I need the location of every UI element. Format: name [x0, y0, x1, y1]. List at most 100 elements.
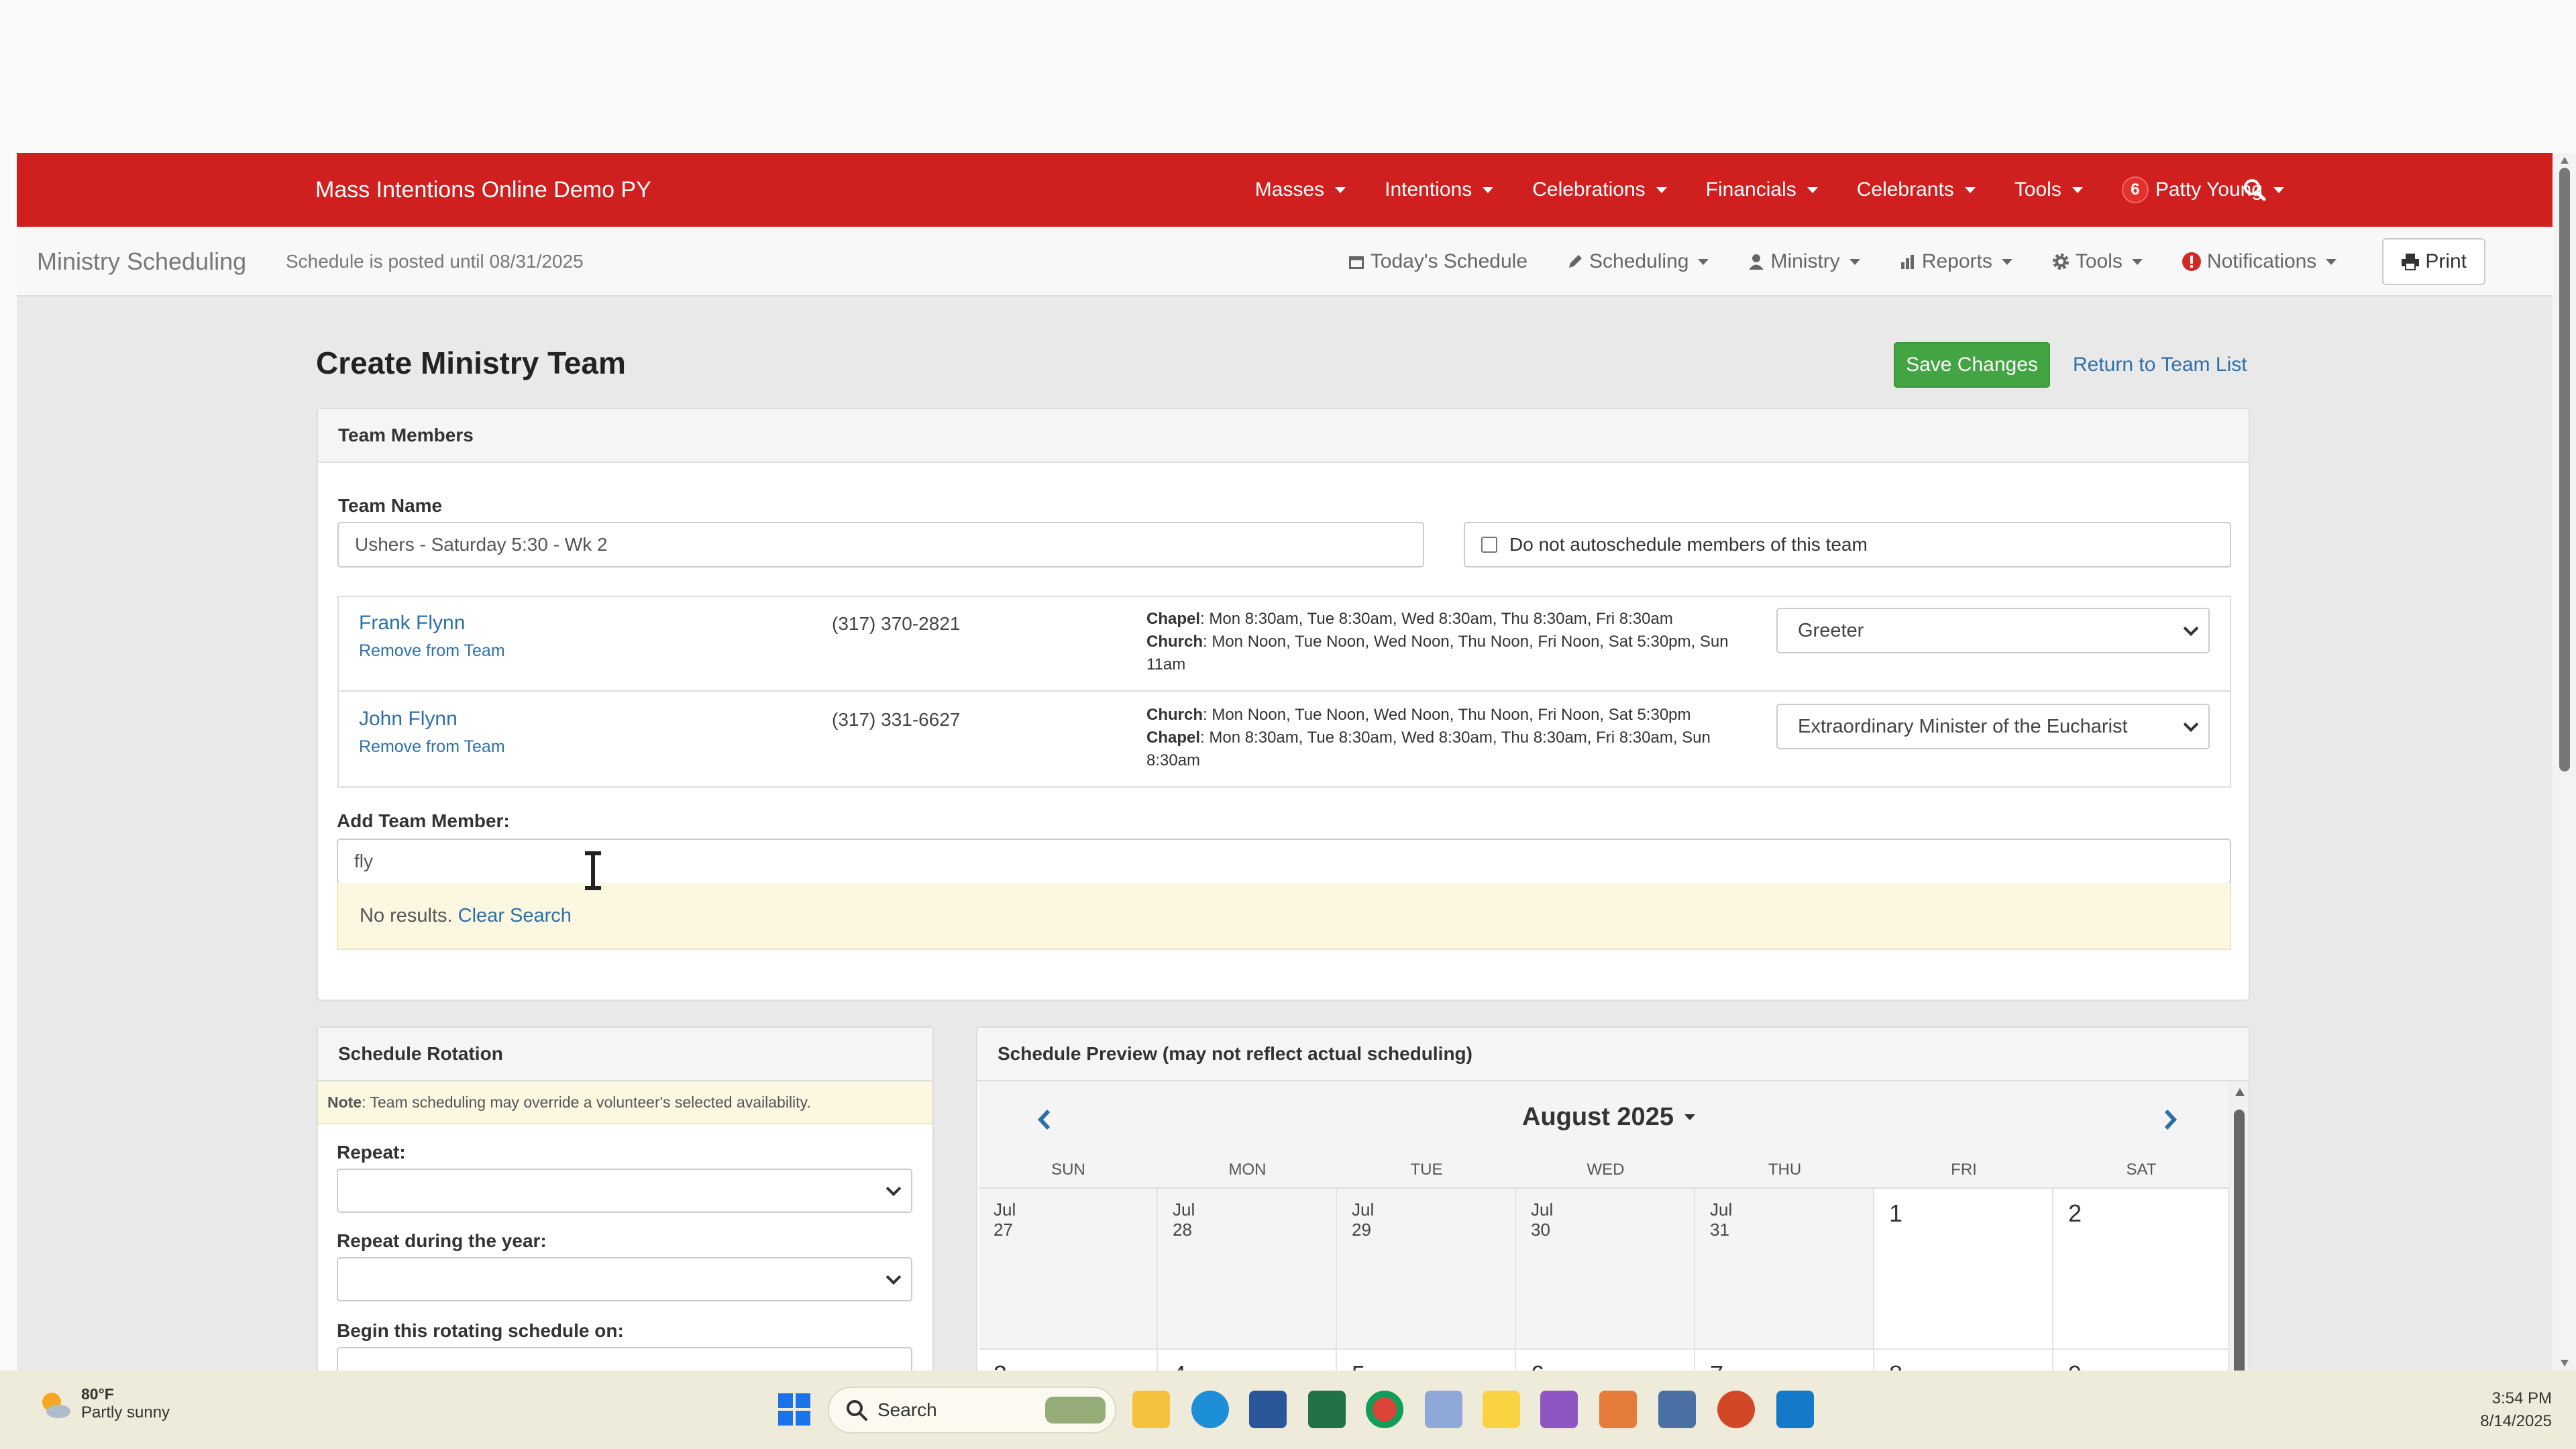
caret-down-icon [2273, 186, 2284, 193]
remote-desktop-icon[interactable] [1776, 1391, 1814, 1428]
remove-from-team-link[interactable]: Remove from Team [359, 737, 505, 757]
begin-rotation-input[interactable] [337, 1347, 912, 1371]
day-header: MON [1228, 1161, 1267, 1179]
file-explorer-icon[interactable] [1132, 1391, 1170, 1428]
repeat-during-year-select[interactable] [337, 1257, 912, 1301]
ministry-menu[interactable]: Ministry [1748, 250, 1860, 273]
member-role-select[interactable]: Extraordinary Minister of the Eucharist [1776, 704, 2210, 749]
page-scrollbar[interactable] [2553, 153, 2576, 1371]
calendar-day[interactable]: 1 [1874, 1189, 2053, 1350]
edge-browser-icon[interactable] [1191, 1391, 1229, 1428]
caret-down-icon [1698, 258, 1709, 265]
nav-financials[interactable]: Financials [1706, 178, 1818, 201]
app-section-title[interactable]: Ministry Scheduling [37, 227, 246, 297]
calendar-day[interactable]: 3 [979, 1350, 1158, 1371]
prev-month-icon[interactable] [1035, 1108, 1055, 1131]
schedule-rotation-heading: Schedule Rotation [318, 1028, 932, 1081]
caret-down-icon [2326, 258, 2337, 265]
printer-icon [2402, 254, 2420, 270]
add-team-member-label: Add Team Member: [337, 810, 510, 831]
nav-celebrations[interactable]: Celebrations [1532, 178, 1667, 201]
nav-tools[interactable]: Tools [2015, 178, 2083, 201]
calendar-day[interactable]: Jul 31 [1695, 1189, 1874, 1350]
repeat-select[interactable] [337, 1169, 912, 1213]
taskbar-search-box[interactable]: Search [828, 1387, 1116, 1434]
caret-down-icon [1335, 186, 1346, 193]
repeat-label: Repeat: [337, 1142, 406, 1163]
no-autoschedule-checkbox[interactable] [1481, 537, 1497, 553]
day-header: WED [1587, 1161, 1625, 1179]
media-app-icon[interactable] [1540, 1391, 1578, 1428]
calendar-icon [1348, 256, 1364, 269]
nav-intentions[interactable]: Intentions [1385, 178, 1494, 201]
next-month-icon[interactable] [2159, 1108, 2180, 1131]
todays-schedule-link[interactable]: Today's Schedule [1348, 250, 1527, 273]
windows-start-icon[interactable] [775, 1391, 813, 1428]
app-cube-icon[interactable] [1599, 1391, 1637, 1428]
search-icon[interactable] [2243, 178, 2267, 202]
team-members-heading: Team Members [318, 409, 2249, 463]
calendar-day[interactable]: 4 [1158, 1350, 1337, 1371]
scheduling-menu[interactable]: Scheduling [1566, 250, 1709, 273]
weather-widget[interactable]: 80°F Partly sunny [37, 1385, 170, 1422]
print-button[interactable]: Print [2382, 238, 2485, 285]
day-header: THU [1768, 1161, 1802, 1179]
sticky-notes-icon[interactable] [1483, 1391, 1520, 1428]
chevron-down-icon [885, 1181, 902, 1197]
save-changes-button[interactable]: Save Changes [1894, 342, 2050, 388]
caret-down-icon [1849, 258, 1860, 265]
calendar-day[interactable]: Jul 30 [1516, 1189, 1695, 1350]
calendar-day[interactable]: Jul 28 [1158, 1189, 1337, 1350]
caret-down-icon [2131, 258, 2143, 265]
nav-celebrants[interactable]: Celebrants [1857, 178, 1976, 201]
calculator-icon[interactable] [1658, 1391, 1696, 1428]
member-availability: Church: Mon Noon, Tue Noon, Wed Noon, Th… [1146, 706, 1711, 769]
caret-down-icon [1807, 186, 1818, 193]
clear-search-link[interactable]: Clear Search [458, 905, 572, 927]
chevron-down-icon [885, 1269, 902, 1285]
excel-icon[interactable] [1308, 1391, 1346, 1428]
calendar-day[interactable]: 9 [2053, 1350, 2229, 1371]
caret-down-icon [2001, 258, 2012, 265]
return-to-team-list-link[interactable]: Return to Team List [2073, 342, 2247, 388]
nav-masses[interactable]: Masses [1255, 178, 1346, 201]
month-selector[interactable]: August 2025 [1522, 1103, 1695, 1132]
calendar-day[interactable]: 8 [1874, 1350, 2053, 1371]
powerpoint-icon[interactable] [1717, 1391, 1755, 1428]
caret-down-icon [1483, 186, 1494, 193]
notifications-menu[interactable]: Notifications [2182, 250, 2337, 273]
desktop-top-area [0, 0, 2576, 153]
brand-name[interactable]: Mass Intentions Online Demo PY [315, 153, 651, 227]
calendar-day[interactable]: 6 [1516, 1350, 1695, 1371]
top-nav-menu: Masses Intentions Celebrations Financial… [1255, 153, 2284, 227]
chrome-icon[interactable] [1366, 1391, 1403, 1428]
member-name-link[interactable]: Frank Flynn [359, 612, 465, 635]
add-team-member-input[interactable]: fly [337, 839, 2231, 884]
snipping-tool-icon[interactable] [1425, 1391, 1462, 1428]
remove-from-team-link[interactable]: Remove from Team [359, 641, 505, 661]
day-header: SAT [2126, 1161, 2157, 1179]
team-name-input[interactable]: Ushers - Saturday 5:30 - Wk 2 [337, 522, 1424, 568]
calendar-day[interactable]: 5 [1337, 1350, 1516, 1371]
calendar-day[interactable]: 7 [1695, 1350, 1874, 1371]
reports-menu[interactable]: Reports [1899, 250, 2012, 273]
calendar-scrollbar[interactable] [2229, 1081, 2249, 1371]
caret-down-icon [1684, 1114, 1695, 1120]
member-role-select[interactable]: Greeter [1776, 608, 2210, 653]
calendar-day[interactable]: Jul 27 [979, 1189, 1158, 1350]
word-icon[interactable] [1249, 1391, 1287, 1428]
calendar-day[interactable]: Jul 29 [1337, 1189, 1516, 1350]
caret-down-icon [1656, 186, 1667, 193]
search-highlight-icon [1045, 1397, 1106, 1424]
pencil-icon [1569, 255, 1582, 268]
calendar-day[interactable]: 2 [2053, 1189, 2229, 1350]
page-title: Create Ministry Team [316, 345, 626, 380]
member-name-link[interactable]: John Flynn [359, 708, 458, 731]
no-autoschedule-checkbox-row[interactable]: Do not autoschedule members of this team [1464, 522, 2231, 568]
calendar: August 2025 SUN MON TUE WED THU FRI SAT … [979, 1081, 2229, 1371]
posted-until-text: Schedule is posted until 08/31/2025 [286, 251, 584, 272]
member-phone: (317) 370-2821 [832, 613, 961, 634]
system-clock[interactable]: 3:54 PM 8/14/2025 [2480, 1389, 2552, 1431]
tools-menu[interactable]: Tools [2051, 250, 2143, 273]
browser-viewport: Mass Intentions Online Demo PY Masses In… [17, 153, 2553, 1371]
